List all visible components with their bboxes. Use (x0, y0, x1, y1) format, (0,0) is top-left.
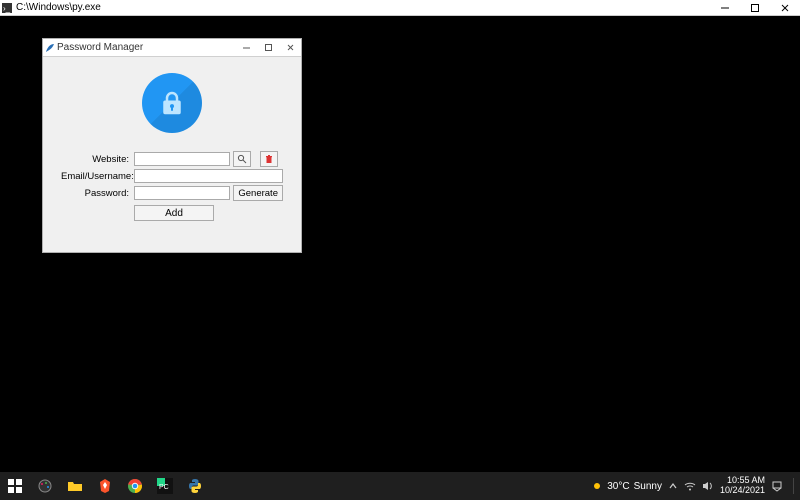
svg-text:›_: ›_ (3, 4, 11, 13)
pm-maximize-button[interactable] (257, 39, 279, 57)
lock-icon (157, 88, 187, 118)
console-titlebar: ›_ C:\Windows\py.exe (0, 0, 800, 16)
brave-icon (97, 478, 113, 494)
lock-logo (142, 73, 202, 133)
taskbar-app-chrome[interactable] (120, 472, 150, 500)
email-input[interactable] (134, 169, 283, 183)
pm-body: Website: Email/Username: Password: Gener… (43, 57, 301, 231)
email-label: Email/Username: (61, 171, 131, 182)
console-close-button[interactable] (770, 0, 800, 16)
console-title: C:\Windows\py.exe (14, 2, 710, 13)
website-input[interactable] (134, 152, 230, 166)
weather-desc: Sunny (634, 481, 662, 492)
password-manager-window: Password Manager Website: (42, 38, 302, 253)
windows-icon (8, 479, 22, 493)
password-label: Password: (61, 188, 131, 199)
palette-icon (37, 478, 53, 494)
generate-button[interactable]: Generate (233, 185, 283, 201)
website-label: Website: (61, 154, 131, 165)
folder-icon (67, 478, 83, 494)
console-maximize-button[interactable] (740, 0, 770, 16)
pm-title: Password Manager (57, 42, 235, 53)
taskbar-app-paint[interactable] (30, 472, 60, 500)
pm-close-button[interactable] (279, 39, 301, 57)
search-icon (237, 154, 247, 164)
python-icon (187, 478, 203, 494)
svg-text:PC: PC (159, 484, 169, 491)
start-button[interactable] (0, 472, 30, 500)
pm-titlebar[interactable]: Password Manager (43, 39, 301, 57)
notifications-icon[interactable] (771, 480, 783, 492)
taskbar-app-python[interactable] (180, 472, 210, 500)
tray-chevron-up-icon[interactable] (668, 481, 678, 491)
trash-icon (264, 154, 274, 164)
console-window-controls (710, 0, 800, 16)
feather-icon (43, 43, 57, 53)
wifi-icon[interactable] (684, 481, 696, 491)
taskbar-app-explorer[interactable] (60, 472, 90, 500)
password-input[interactable] (134, 186, 230, 200)
taskbar-clock[interactable]: 10:55 AM 10/24/2021 (720, 476, 765, 496)
chrome-icon (127, 478, 143, 494)
add-button[interactable]: Add (134, 205, 214, 221)
taskbar-date: 10/24/2021 (720, 486, 765, 496)
pm-form: Website: Email/Username: Password: Gener… (61, 151, 283, 221)
search-button[interactable] (233, 151, 251, 167)
delete-button[interactable] (260, 151, 278, 167)
volume-icon[interactable] (702, 481, 714, 491)
console-icon: ›_ (0, 3, 14, 13)
weather-temp: 30°C (607, 481, 629, 492)
taskbar-app-brave[interactable] (90, 472, 120, 500)
show-desktop-button[interactable] (793, 478, 794, 494)
console-minimize-button[interactable] (710, 0, 740, 16)
pycharm-icon: PC (157, 478, 173, 494)
sun-icon (591, 480, 603, 492)
weather-widget[interactable]: 30°C Sunny (591, 480, 662, 492)
taskbar: PC 30°C Sunny 10:55 AM 10/24/2021 (0, 472, 800, 500)
system-tray: 30°C Sunny 10:55 AM 10/24/2021 (591, 476, 800, 496)
taskbar-app-pycharm[interactable]: PC (150, 472, 180, 500)
pm-minimize-button[interactable] (235, 39, 257, 57)
